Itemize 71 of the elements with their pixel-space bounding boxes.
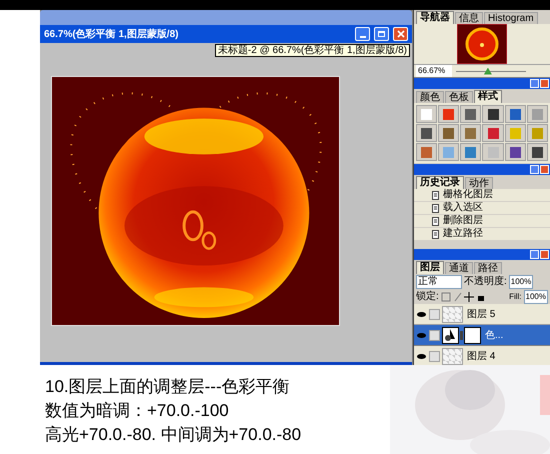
history-item[interactable]: 栅格化图层 [443,189,493,201]
style-swatch[interactable] [421,128,432,138]
opacity-label: 不透明度: [464,274,507,289]
minimize-button[interactable] [355,27,370,41]
style-swatch[interactable] [465,128,476,138]
chain-icon [460,330,463,340]
close-button[interactable] [540,165,549,174]
panel-tab[interactable]: 通道 [445,262,473,274]
tooltip: 未标题-2 @ 66.7%(色彩平衡 1,图层蒙版/8) [214,44,410,57]
style-swatch[interactable] [421,108,432,120]
fill-field[interactable]: 100% [524,290,548,304]
panel-tab[interactable]: 历史记录 [416,176,464,189]
eye-icon[interactable] [416,312,426,316]
panel-tab[interactable]: 图层 [416,261,444,274]
document-icon [432,204,440,212]
document-icon [432,230,440,238]
adjustment-icon [442,326,459,344]
style-swatch[interactable] [465,146,476,158]
style-swatch[interactable] [443,128,454,138]
layer-mask-thumbnail [464,326,481,344]
caption-line: 高光+70.0.-80. 中间调为+70.0.-80 [45,424,302,446]
document-icon [432,190,440,200]
layer-name: 图层 4 [467,350,496,364]
lock-icons[interactable] [440,292,485,302]
history-item[interactable]: 建立路径 [443,228,483,240]
fill-label: Fill: [509,290,522,302]
caption-line: 10.图层上面的调整层---色彩平衡 [45,376,291,398]
style-swatch[interactable] [421,146,432,158]
zoom-slider-thumb[interactable] [484,68,492,74]
minimize-button[interactable] [530,79,539,88]
window-title: 66.7%(色彩平衡 1,图层蒙版/8) [44,28,180,42]
close-button[interactable] [393,27,408,41]
layer-thumbnail [442,306,463,322]
style-swatch[interactable] [510,128,521,138]
style-swatch[interactable] [488,108,499,120]
style-swatch[interactable] [532,146,543,158]
opacity-field[interactable]: 100% [508,274,534,288]
layer-thumbnail [442,348,463,364]
eye-icon[interactable] [416,354,426,358]
history-item[interactable]: 载入选区 [443,202,483,214]
layer-name: 色... [485,328,504,342]
layer-name: 图层 5 [467,308,496,322]
zoom-level[interactable]: 66.67% [416,65,452,77]
panel-tab[interactable]: 颜色 [416,91,444,103]
panel-tab[interactable]: Histogram [484,12,538,24]
style-swatch[interactable] [510,108,521,120]
lock-label: 锁定: [416,290,439,304]
style-swatch[interactable] [443,146,454,158]
close-button[interactable] [540,250,549,259]
close-icon [396,30,404,38]
style-swatch[interactable] [465,108,476,120]
minimize-button[interactable] [530,250,539,259]
panel-tab[interactable]: 路径 [474,262,502,274]
panel-tab[interactable]: 动作 [465,177,493,189]
document-icon [432,216,440,226]
panel-tab[interactable]: 样式 [474,90,502,103]
style-swatch[interactable] [510,146,521,158]
panel-tab[interactable]: 导航器 [416,11,454,24]
minimize-button[interactable] [530,165,539,174]
panel-tab[interactable]: 色板 [445,91,473,103]
style-swatch[interactable] [443,108,454,120]
style-swatch[interactable] [488,128,499,138]
panel-tab[interactable]: 信息 [455,12,483,24]
blend-mode-dropdown[interactable]: 正常 [416,274,462,288]
caption-line: 数值为暗调：+70.0.-100 [45,400,230,422]
style-swatch[interactable] [532,108,543,120]
maximize-button[interactable] [374,27,389,41]
style-swatch[interactable] [532,128,543,138]
history-item[interactable]: 删除图层 [443,215,483,227]
close-button[interactable] [540,79,549,88]
layer-row[interactable]: 色... [414,325,550,346]
